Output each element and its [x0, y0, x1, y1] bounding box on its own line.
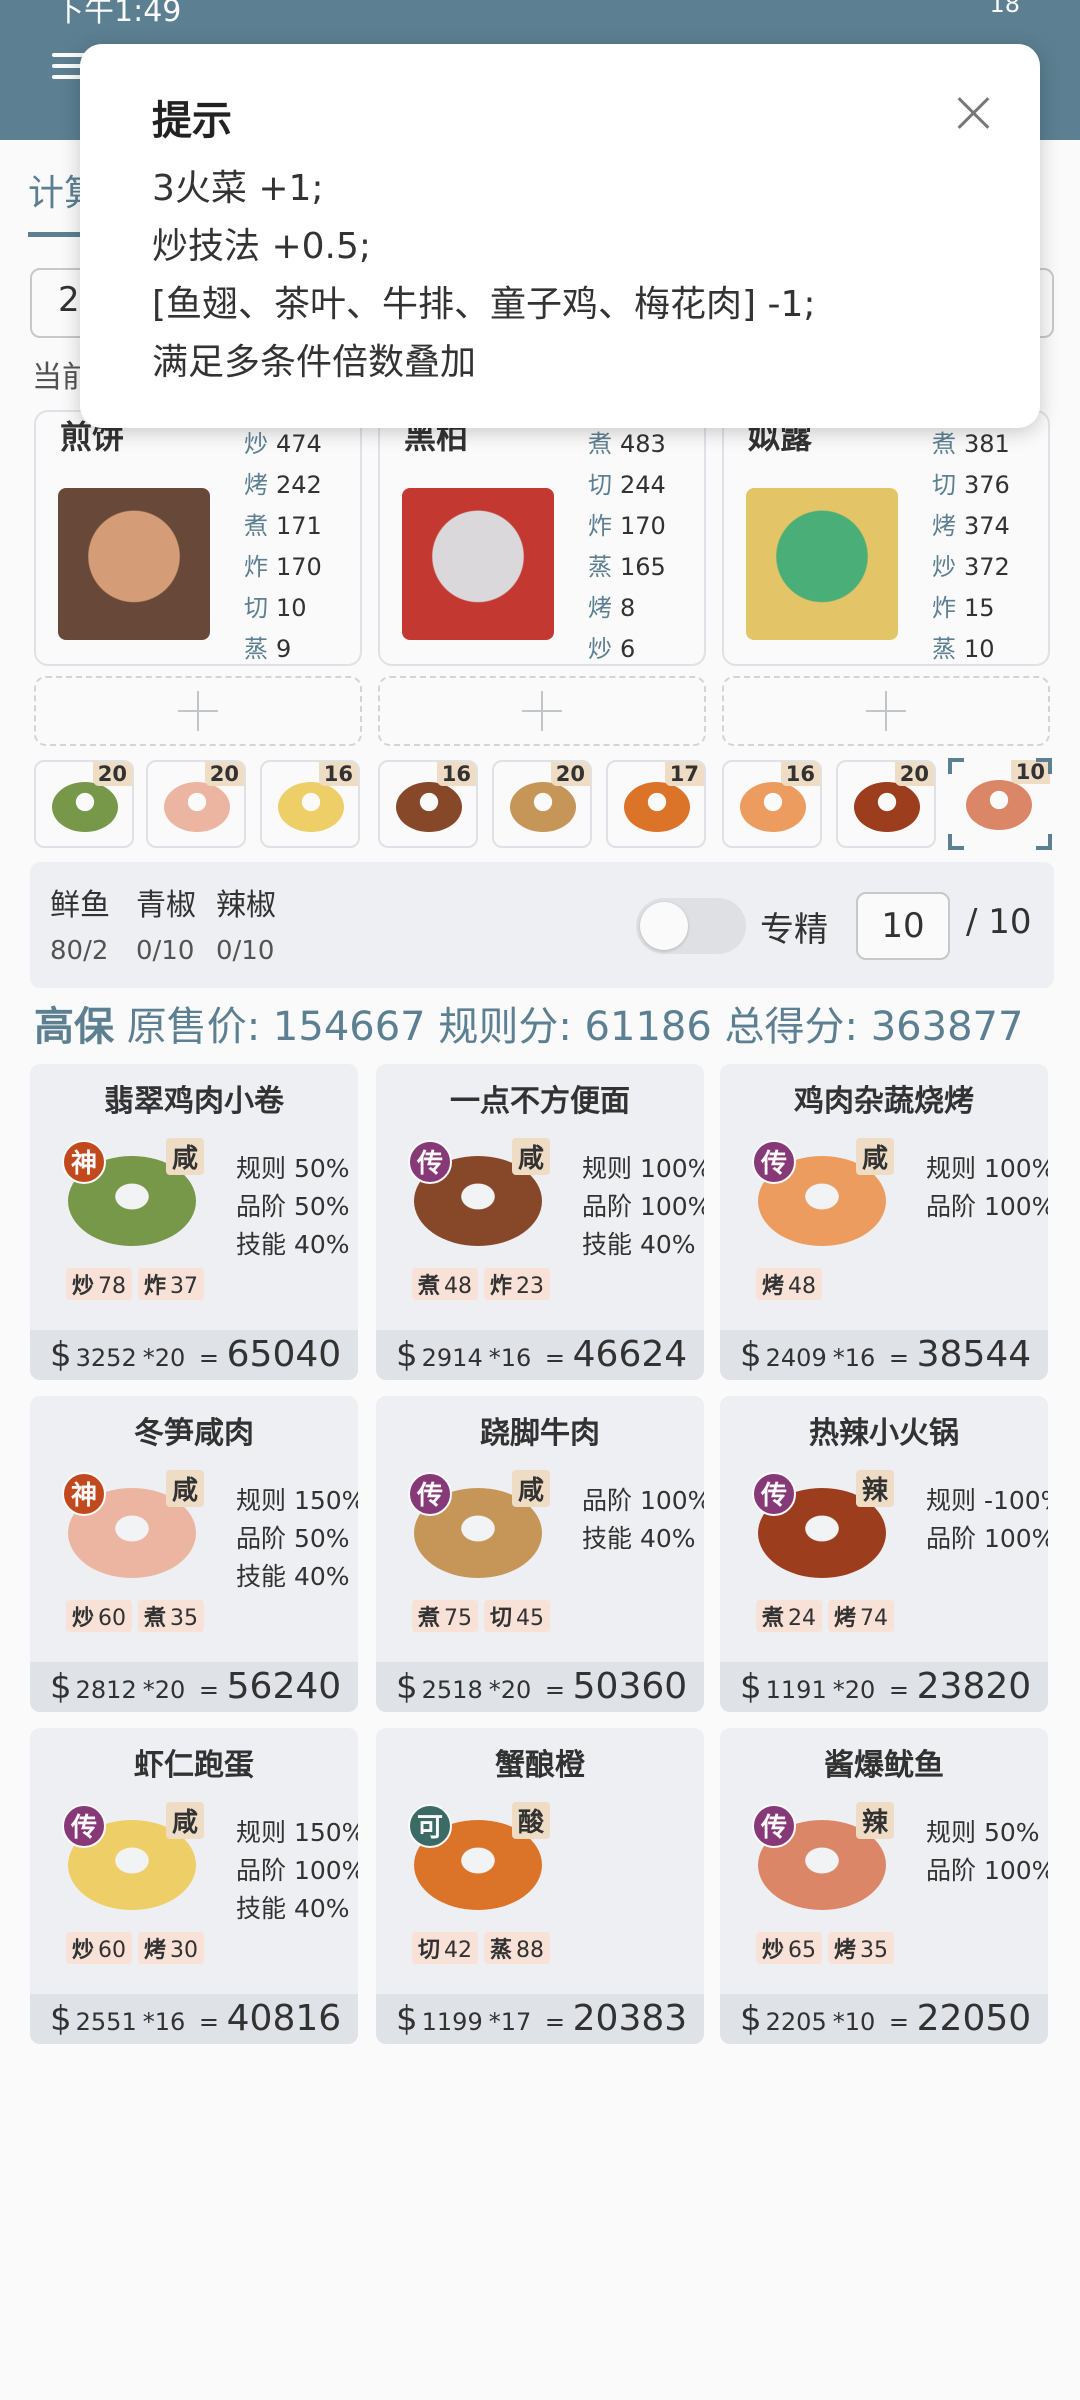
dialog-line: 3火菜 +1;	[152, 168, 324, 209]
dialog-line: 满足多条件倍数叠加	[152, 342, 477, 383]
dialog-body: 3火菜 +1; 炒技法 +0.5; [鱼翅、茶叶、牛排、童子鸡、梅花肉] -1;…	[152, 160, 816, 392]
dialog-line: [鱼翅、茶叶、牛排、童子鸡、梅花肉] -1;	[152, 284, 816, 325]
hint-dialog: 提示 3火菜 +1; 炒技法 +0.5; [鱼翅、茶叶、牛排、童子鸡、梅花肉] …	[80, 44, 1040, 428]
close-icon[interactable]	[956, 96, 990, 130]
dialog-line: 炒技法 +0.5;	[152, 226, 371, 267]
dialog-title: 提示	[152, 98, 232, 144]
